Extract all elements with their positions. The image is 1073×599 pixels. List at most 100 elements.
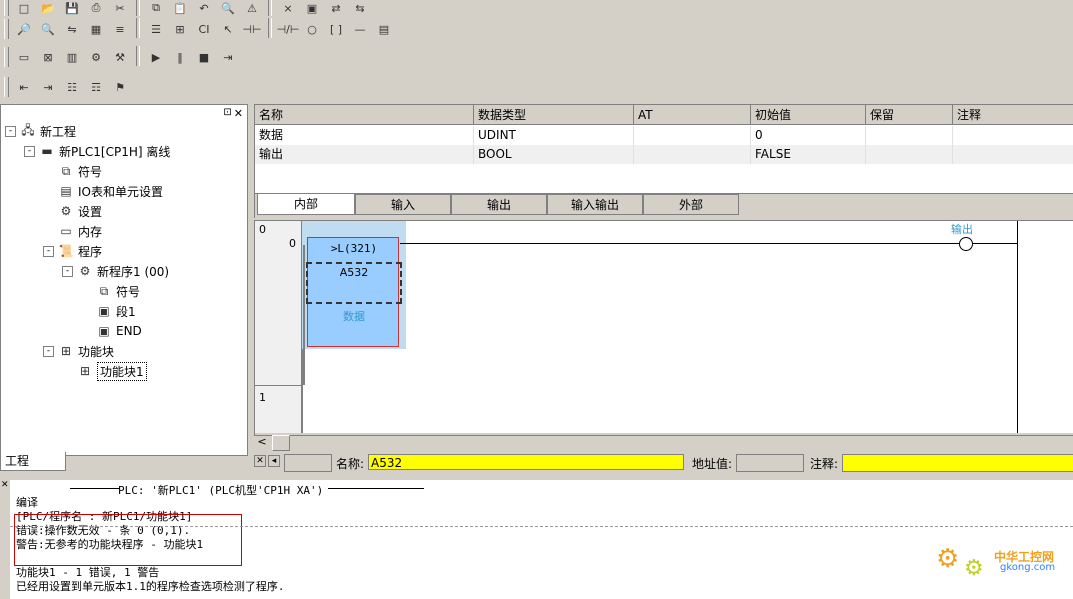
run-button[interactable]: ▶ [145,46,167,68]
tree-item[interactable]: ⧉ 符号 [43,161,102,181]
grid-button[interactable]: ▦ [85,18,107,40]
bookmark-button[interactable]: ⚑ [109,76,131,98]
undo-icon: ↶ [199,1,209,15]
replace-icon: ⇋ [67,22,77,36]
stop-button[interactable]: ■ [193,46,215,68]
instruction-button[interactable]: [ ] [325,18,347,40]
tab-output[interactable]: 输出 [451,194,547,215]
warning-button[interactable]: ⚠ [241,0,263,16]
ladder-editor[interactable]: 0 0 1 >L(321) A532 数据 输出 [254,220,1073,436]
replace-button[interactable]: ⇋ [61,18,83,40]
column-header-name[interactable]: 名称 [255,105,474,125]
tree-item[interactable]: ▣ END [81,321,141,341]
function-block-button[interactable]: ▤ [373,18,395,40]
name-field[interactable]: A532 [368,454,684,470]
tree-item[interactable]: - 📜 程序 [43,241,102,261]
operand-2[interactable]: 数据 [308,308,400,324]
comment-field[interactable] [842,454,1073,472]
indent-button[interactable]: ⇤ [13,76,35,98]
toolbar-grip[interactable] [4,77,9,97]
list-button[interactable]: ☰ [145,18,167,40]
collapse-icon[interactable]: - [5,125,16,137]
select-button[interactable]: ↖ [217,18,239,40]
tree-item[interactable]: - ⚙ 新程序1 (00) [62,261,169,281]
tree-tab[interactable]: 工程 [0,452,66,471]
open-button[interactable]: 📂 [37,0,59,16]
collapse-icon[interactable]: - [24,145,35,157]
column-header-comment[interactable]: 注释 [953,105,1073,125]
cross-ref-button[interactable]: ⊠ [37,46,59,68]
table-row[interactable]: 数据 UDINT 0 [255,126,1073,145]
memory-button[interactable]: ▥ [61,46,83,68]
tab-internal[interactable]: 内部 [257,194,355,215]
tree-item[interactable]: ▤ IO表和单元设置 [43,181,163,201]
online-button[interactable]: ⇄ [325,0,347,16]
collapse-icon[interactable]: - [62,265,73,277]
compile-button[interactable]: ⚒ [109,46,131,68]
undo-button[interactable]: ↶ [193,0,215,16]
settings-button[interactable]: ⚙ [85,46,107,68]
operand-1[interactable]: A532 [306,262,402,304]
tree-item[interactable]: - 🖧 新工程 [5,121,76,141]
error-button[interactable]: ⨯ [277,0,299,16]
collapse-icon[interactable]: - [43,345,54,357]
scroll-thumb[interactable] [272,435,290,451]
contact-nc-button[interactable]: ⊣/⊢ [277,18,300,40]
tab-input[interactable]: 输入 [355,194,451,215]
tree-item[interactable]: ▭ 内存 [43,221,102,241]
cell-retain [866,126,953,145]
close-icon[interactable]: ✕ [1,480,9,490]
tree-item[interactable]: ⧉ 符号 [81,281,140,301]
print-button[interactable]: ⎙ [85,0,107,16]
paste-button[interactable]: 📋 [169,0,191,16]
copy-button[interactable]: ⧉ [145,0,167,16]
find-button[interactable]: 🔍 [37,18,59,40]
tab-input-output[interactable]: 输入输出 [547,194,643,215]
column-header-init[interactable]: 初始值 [751,105,866,125]
zoom-button[interactable]: 🔎 [13,18,35,40]
symbol-button[interactable]: ≡ [109,18,131,40]
collapse-icon[interactable]: - [43,245,54,257]
column-header-type[interactable]: 数据类型 [474,105,634,125]
tree-item[interactable]: ⊞ 功能块1 [62,361,147,381]
io-button[interactable]: ⊞ [169,18,191,40]
toolbar-grip[interactable] [4,47,9,67]
compare-instruction-block[interactable]: >L(321) A532 数据 [306,237,402,347]
tree-item[interactable]: - ⊞ 功能块 [43,341,114,361]
address-field[interactable] [736,454,804,472]
comment-button[interactable]: ☷ [61,76,83,98]
step-button[interactable]: ⇥ [217,46,239,68]
output-coil[interactable] [959,237,973,251]
layout-button[interactable]: ▭ [13,46,35,68]
ci-button[interactable]: CI [193,18,215,40]
scroll-left-button[interactable]: < [254,434,270,450]
pin-icon[interactable]: ⊡ [223,107,231,120]
outdent-button[interactable]: ⇥ [37,76,59,98]
tree-item[interactable]: ⚙ 设置 [43,201,102,221]
close-small-icon[interactable]: ✕ [254,455,266,467]
coil-button[interactable]: ○ [301,18,323,40]
toolbar-grip[interactable] [4,0,9,16]
column-header-at[interactable]: AT [634,105,751,125]
uncomment-button[interactable]: ☶ [85,76,107,98]
line-button[interactable]: — [349,18,371,40]
output-panel-grip[interactable]: ✕ [0,476,10,599]
transfer-button[interactable]: ⇆ [349,0,371,16]
monitor-button[interactable]: ▣ [301,0,323,16]
find-button[interactable]: 🔍 [217,0,239,16]
horizontal-scrollbar[interactable] [255,433,1073,435]
pause-button[interactable]: ‖ [169,46,191,68]
save-button[interactable]: 💾 [61,0,83,16]
prev-icon[interactable]: ◂ [268,455,280,467]
toolbar-grip[interactable] [4,19,9,39]
tree-item[interactable]: - ▬ 新PLC1[CP1H] 离线 [24,141,170,161]
tab-external[interactable]: 外部 [643,194,739,215]
cut-button[interactable]: ✂ [109,0,131,16]
column-header-retain[interactable]: 保留 [866,105,953,125]
contact-no-button[interactable]: ⊣⊢ [241,18,263,40]
new-button[interactable]: □ [13,0,35,16]
cut-icon: ✂ [115,1,125,15]
close-icon[interactable]: ✕ [234,107,243,120]
tree-item[interactable]: ▣ 段1 [81,301,135,321]
table-row[interactable]: 输出 BOOL FALSE [255,145,1073,164]
